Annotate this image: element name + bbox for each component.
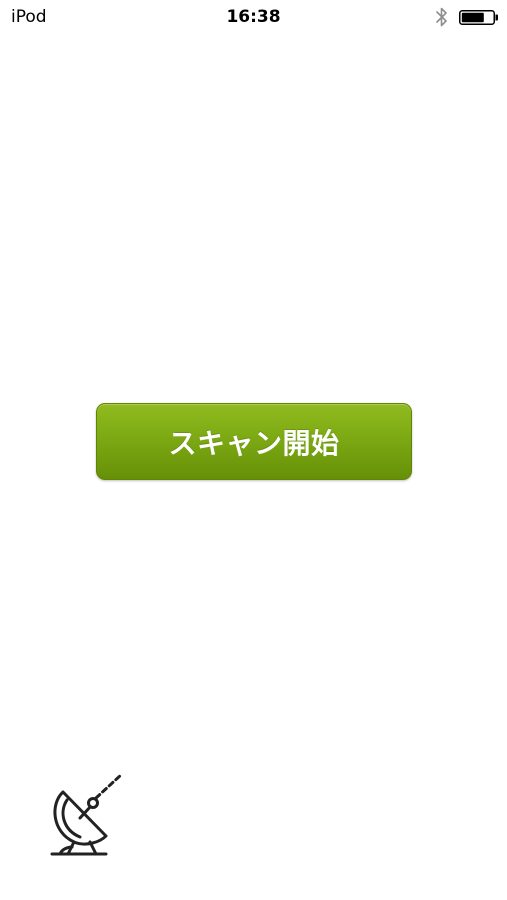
battery-icon: [459, 10, 498, 25]
start-scan-label: スキャン開始: [168, 426, 340, 460]
satellite-dish-icon: [50, 772, 124, 856]
bluetooth-icon: [436, 7, 447, 27]
status-bar: iPod 16:38: [0, 0, 507, 36]
start-scan-button[interactable]: スキャン開始: [96, 403, 412, 480]
status-time: 16:38: [226, 7, 281, 27]
